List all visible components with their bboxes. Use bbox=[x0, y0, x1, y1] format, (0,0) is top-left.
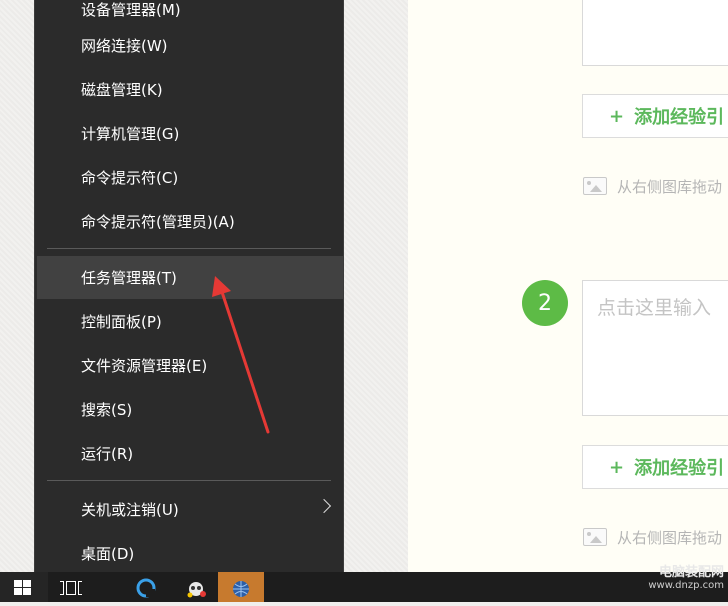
app-icon bbox=[187, 582, 206, 598]
task-view-icon bbox=[60, 581, 82, 595]
task-view-button[interactable] bbox=[48, 572, 96, 602]
annotation-arrow-head bbox=[212, 276, 231, 297]
start-button[interactable] bbox=[0, 572, 48, 602]
windows-logo-icon bbox=[14, 580, 32, 596]
annotation-arrow-shaft bbox=[220, 290, 270, 434]
taskbar-app-2[interactable] bbox=[176, 572, 220, 602]
network-app-icon bbox=[233, 581, 249, 597]
taskbar: 电脑装配网 www.dnzp.com bbox=[0, 566, 728, 602]
watermark-url: www.dnzp.com bbox=[648, 580, 724, 591]
taskbar-app-3[interactable] bbox=[218, 572, 264, 602]
cortana-icon bbox=[136, 578, 156, 598]
taskbar-app-cortana[interactable] bbox=[124, 572, 168, 602]
site-watermark: 电脑装配网 www.dnzp.com bbox=[648, 566, 724, 591]
annotation-arrow bbox=[212, 276, 270, 434]
watermark-text: 电脑装配网 bbox=[658, 565, 724, 580]
